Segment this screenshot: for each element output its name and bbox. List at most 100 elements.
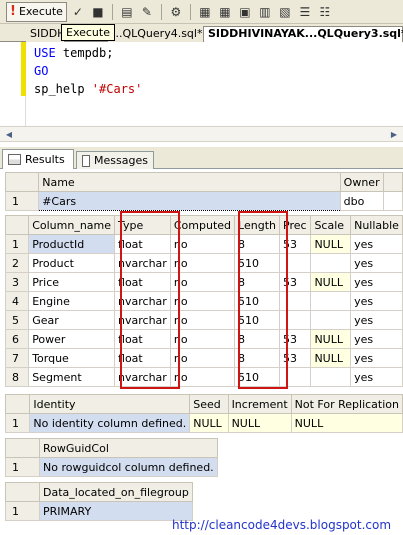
cell-column-name[interactable]: Gear [28, 310, 116, 330]
column-header[interactable] [382, 172, 403, 192]
row-number[interactable]: 1 [5, 457, 40, 477]
cell-length[interactable]: 8 [234, 272, 280, 292]
tab-query3-active[interactable]: SIDDHIVINAYAK...QLQuery3.sql* [203, 26, 403, 43]
scroll-left-icon[interactable]: ◀ [2, 128, 16, 141]
cell-seed[interactable]: NULL [189, 413, 229, 433]
cell-extra[interactable] [382, 191, 403, 211]
editor-horizontal-scrollbar[interactable]: ◀ ▶ [0, 126, 403, 142]
cell-type[interactable]: nvarchar [114, 367, 171, 387]
cell-scale[interactable] [310, 367, 352, 387]
column-header[interactable]: Name [38, 172, 341, 192]
cell-nullable[interactable]: yes [350, 253, 403, 273]
cell-length[interactable]: 8 [234, 348, 280, 368]
cell-rowguidcol[interactable]: No rowguidcol column defined. [39, 457, 218, 477]
cell-computed[interactable]: no [169, 253, 236, 273]
design-query-icon[interactable]: ✎ [138, 3, 156, 21]
column-header[interactable]: Data_located_on_filegroup [39, 482, 193, 502]
cell-computed[interactable]: no [169, 310, 236, 330]
cell-computed[interactable]: no [169, 367, 236, 387]
cell-type[interactable]: nvarchar [114, 291, 171, 311]
row-number[interactable]: 1 [4, 413, 31, 433]
cell-type[interactable]: float [114, 272, 171, 292]
cell-prec[interactable]: 53 [278, 272, 312, 292]
row-number[interactable]: 4 [4, 291, 30, 311]
cell-column-name[interactable]: Power [28, 329, 116, 349]
cell-column-name[interactable]: Segment [28, 367, 116, 387]
cell-length[interactable]: 510 [234, 367, 280, 387]
include-plan-icon[interactable]: ▥ [256, 3, 274, 21]
client-stats-icon[interactable]: ▧ [276, 3, 294, 21]
row-number[interactable]: 1 [4, 191, 40, 211]
column-header[interactable]: Column_name [28, 215, 116, 235]
tab-query4[interactable]: ...QLQuery4.sql* [108, 27, 204, 42]
cell-nullable[interactable]: yes [350, 291, 403, 311]
cell-length[interactable]: 8 [234, 234, 280, 254]
cell-length[interactable]: 8 [234, 329, 280, 349]
tab-results[interactable]: Results [2, 149, 74, 169]
column-header[interactable]: Computed [169, 215, 236, 235]
cell-computed[interactable]: no [169, 234, 236, 254]
cell-type[interactable]: float [114, 329, 171, 349]
cell-filegroup[interactable]: PRIMARY [39, 501, 193, 521]
cell-nullable[interactable]: yes [350, 310, 403, 330]
cell-owner[interactable]: dbo [339, 191, 384, 211]
cell-prec[interactable]: 53 [278, 234, 312, 254]
cell-type[interactable]: float [114, 234, 171, 254]
cell-prec[interactable] [278, 253, 312, 273]
cell-increment[interactable]: NULL [227, 413, 292, 433]
code-block[interactable]: USE tempdb; GO sp_help '#Cars' [34, 44, 142, 98]
cell-length[interactable]: 510 [234, 253, 280, 273]
cell-column-name[interactable]: ProductId [28, 234, 116, 254]
cell-scale[interactable] [310, 291, 352, 311]
cell-prec[interactable]: 53 [278, 348, 312, 368]
column-header[interactable]: Seed [189, 394, 229, 414]
cell-nullable[interactable]: yes [350, 348, 403, 368]
cell-scale[interactable]: NULL [310, 329, 352, 349]
column-header[interactable]: Identity [29, 394, 191, 414]
cell-identity[interactable]: No identity column defined. [29, 413, 191, 433]
results-to-grid-icon[interactable]: ▦ [216, 3, 234, 21]
execute-button[interactable]: ! Execute [6, 1, 67, 22]
cell-type[interactable]: nvarchar [114, 310, 171, 330]
row-number[interactable]: 2 [4, 253, 30, 273]
cell-column-name[interactable]: Engine [28, 291, 116, 311]
column-header[interactable]: Increment [227, 394, 292, 414]
row-number[interactable]: 7 [4, 348, 30, 368]
uncomment-icon[interactable]: ☷ [316, 3, 334, 21]
column-header[interactable]: Prec [278, 215, 312, 235]
cell-nullable[interactable]: yes [350, 329, 403, 349]
results-to-text-icon[interactable]: ▦ [196, 3, 214, 21]
cell-column-name[interactable]: Price [28, 272, 116, 292]
cell-length[interactable]: 510 [234, 291, 280, 311]
cell-length[interactable]: 510 [234, 310, 280, 330]
cell-computed[interactable]: no [169, 291, 236, 311]
cell-scale[interactable] [310, 310, 352, 330]
cell-name[interactable]: #Cars [38, 191, 341, 211]
cell-prec[interactable]: 53 [278, 329, 312, 349]
cell-prec[interactable] [278, 310, 312, 330]
cell-scale[interactable]: NULL [310, 348, 352, 368]
tab-siddh[interactable]: SIDDH [26, 27, 65, 42]
column-header[interactable]: Type [114, 215, 171, 235]
column-header[interactable]: Not For Replication [290, 394, 403, 414]
column-header[interactable]: Scale [310, 215, 352, 235]
scroll-right-icon[interactable]: ▶ [387, 128, 401, 141]
sql-editor[interactable]: USE tempdb; GO sp_help '#Cars' [0, 42, 403, 126]
row-number[interactable]: 6 [4, 329, 30, 349]
column-header[interactable]: Owner [339, 172, 384, 192]
cell-prec[interactable] [278, 291, 312, 311]
row-number[interactable]: 1 [5, 501, 40, 521]
tab-messages[interactable]: Messages [76, 151, 154, 169]
cell-type[interactable]: float [114, 348, 171, 368]
cell-prec[interactable] [278, 367, 312, 387]
cell-computed[interactable]: no [169, 348, 236, 368]
column-header[interactable]: Nullable [350, 215, 403, 235]
cancel-query-icon[interactable]: ■ [89, 3, 107, 21]
cell-nullable[interactable]: yes [350, 272, 403, 292]
row-number[interactable]: 1 [4, 234, 30, 254]
database-icon[interactable]: ▤ [118, 3, 136, 21]
results-to-file-icon[interactable]: ▣ [236, 3, 254, 21]
cell-nullable[interactable]: yes [350, 367, 403, 387]
cell-scale[interactable]: NULL [310, 234, 352, 254]
cell-nullable[interactable]: yes [350, 234, 403, 254]
